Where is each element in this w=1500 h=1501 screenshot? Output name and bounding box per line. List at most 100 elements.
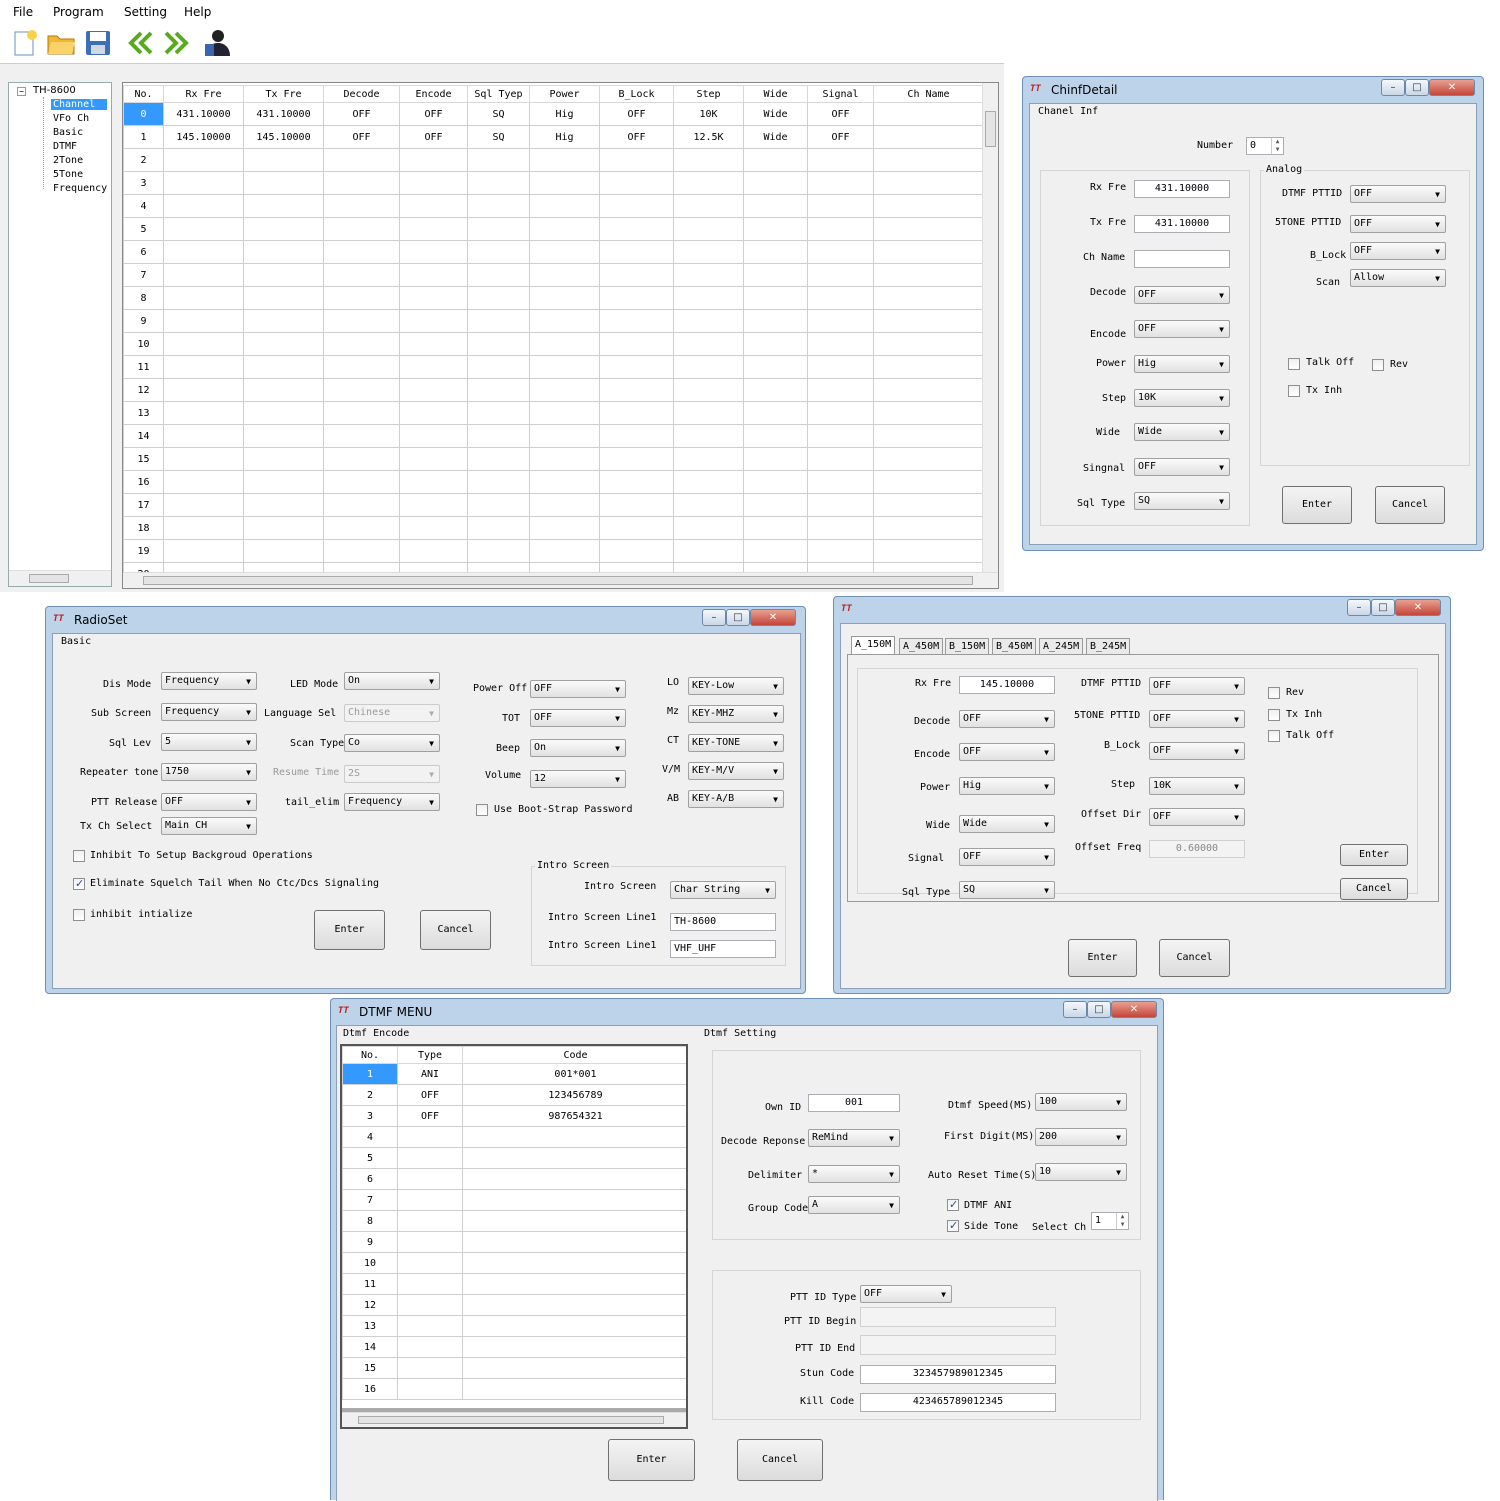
tx-ch-select[interactable]: Main CH ▼ [161, 817, 257, 835]
ct-select[interactable]: KEY-TONE ▼ [688, 734, 784, 752]
table-cell[interactable] [529, 401, 600, 425]
table-cell[interactable] [399, 493, 468, 517]
column-header[interactable]: No. [123, 85, 164, 103]
table-row[interactable]: 13 [342, 1315, 686, 1337]
sub-screen-select[interactable]: Frequency ▼ [161, 703, 257, 721]
table-cell[interactable] [673, 378, 744, 402]
column-header[interactable]: Code [462, 1046, 686, 1064]
table-cell[interactable] [323, 309, 400, 333]
table-cell[interactable] [163, 309, 244, 333]
table-cell[interactable] [163, 263, 244, 287]
tree-item-dtmf[interactable]: DTMF [53, 141, 77, 152]
table-cell[interactable]: Wide [743, 125, 808, 149]
table-cell[interactable] [673, 401, 744, 425]
table-cell[interactable] [673, 332, 744, 356]
table-cell[interactable]: 2 [342, 1084, 398, 1106]
auto-reset-select[interactable]: 10 ▼ [1035, 1163, 1127, 1181]
table-row[interactable]: 3 [123, 171, 984, 195]
5tone-pttid-select[interactable]: OFF ▼ [1350, 215, 1446, 233]
table-cell[interactable] [807, 401, 874, 425]
table-row[interactable]: 18 [123, 516, 984, 540]
table-cell[interactable] [673, 355, 744, 379]
forward-arrow-icon[interactable] [162, 28, 192, 58]
tab-b-150m[interactable]: B_150M [945, 638, 990, 654]
tree-item-channel[interactable]: Channel [51, 99, 107, 110]
table-cell[interactable]: 18 [123, 516, 164, 540]
table-cell[interactable]: 3 [342, 1105, 398, 1127]
table-cell[interactable]: 4 [123, 194, 164, 218]
5tone-pttid-select[interactable]: OFF ▼ [1149, 710, 1245, 728]
table-cell[interactable] [673, 263, 744, 287]
table-cell[interactable] [243, 263, 324, 287]
table-cell[interactable] [467, 286, 530, 310]
table-cell[interactable]: 145.10000 [163, 125, 244, 149]
table-cell[interactable] [673, 309, 744, 333]
table-cell[interactable] [397, 1273, 463, 1295]
column-header[interactable]: Tx Fre [243, 85, 324, 103]
table-cell[interactable] [462, 1378, 686, 1400]
table-cell[interactable] [599, 493, 674, 517]
table-cell[interactable] [529, 516, 600, 540]
table-cell[interactable] [743, 148, 808, 172]
table-cell[interactable] [599, 332, 674, 356]
table-cell[interactable] [807, 516, 874, 540]
decode-select[interactable]: OFF ▼ [959, 710, 1055, 728]
maximize-button[interactable]: □ [1405, 79, 1429, 96]
table-cell[interactable]: 15 [123, 447, 164, 471]
minimize-button[interactable]: – [1063, 1001, 1087, 1018]
table-cell[interactable] [399, 355, 468, 379]
table-cell[interactable]: 12.5K [673, 125, 744, 149]
table-cell[interactable] [873, 378, 984, 402]
table-cell[interactable] [243, 378, 324, 402]
table-cell[interactable] [243, 240, 324, 264]
table-cell[interactable]: 987654321 [462, 1105, 686, 1127]
table-cell[interactable] [873, 240, 984, 264]
table-cell[interactable]: 9 [342, 1231, 398, 1253]
table-cell[interactable] [873, 194, 984, 218]
table-cell[interactable]: 10 [123, 332, 164, 356]
table-cell[interactable] [399, 194, 468, 218]
intro-line1-input[interactable]: TH-8600 [670, 913, 776, 931]
table-cell[interactable] [323, 539, 400, 563]
table-cell[interactable]: 1 [342, 1063, 398, 1085]
table-cell[interactable] [462, 1273, 686, 1295]
table-cell[interactable]: 16 [123, 470, 164, 494]
table-cell[interactable] [529, 355, 600, 379]
dtmf-pttid-select[interactable]: OFF ▼ [1149, 677, 1245, 695]
table-cell[interactable] [163, 424, 244, 448]
dtmf-speed-select[interactable]: 100 ▼ [1035, 1093, 1127, 1111]
table-cell[interactable]: OFF [397, 1105, 463, 1127]
table-row[interactable]: 13 [123, 401, 984, 425]
table-cell[interactable] [807, 263, 874, 287]
table-cell[interactable] [467, 516, 530, 540]
stun-code-input[interactable]: 323457989012345 [860, 1365, 1056, 1384]
table-cell[interactable]: 6 [123, 240, 164, 264]
rx-fre-input[interactable]: 431.10000 [1134, 180, 1230, 198]
wide-select[interactable]: Wide ▼ [1134, 423, 1230, 441]
table-cell[interactable] [599, 194, 674, 218]
table-cell[interactable] [599, 171, 674, 195]
tab-a-245m[interactable]: A_245M [1039, 638, 1084, 654]
table-cell[interactable] [163, 539, 244, 563]
encode-select[interactable]: OFF ▼ [959, 743, 1055, 761]
table-cell[interactable] [599, 240, 674, 264]
table-cell[interactable] [873, 309, 984, 333]
column-header[interactable]: Encode [399, 85, 468, 103]
mz-select[interactable]: KEY-MHZ ▼ [688, 705, 784, 723]
table-row[interactable]: 12 [123, 378, 984, 402]
table-cell[interactable] [873, 332, 984, 356]
table-row[interactable]: 4 [123, 194, 984, 218]
table-cell[interactable]: 12 [342, 1294, 398, 1316]
table-cell[interactable] [243, 355, 324, 379]
inner-cancel-button[interactable]: Cancel [1340, 878, 1408, 900]
table-cell[interactable] [243, 217, 324, 241]
table-cell[interactable] [323, 286, 400, 310]
table-row[interactable]: 5 [342, 1147, 686, 1169]
menu-file[interactable]: File [13, 5, 33, 19]
table-cell[interactable] [529, 286, 600, 310]
table-cell[interactable] [529, 493, 600, 517]
table-cell[interactable] [873, 263, 984, 287]
tab-b-450m[interactable]: B_450M [992, 638, 1037, 654]
table-cell[interactable] [743, 493, 808, 517]
table-cell[interactable] [673, 424, 744, 448]
